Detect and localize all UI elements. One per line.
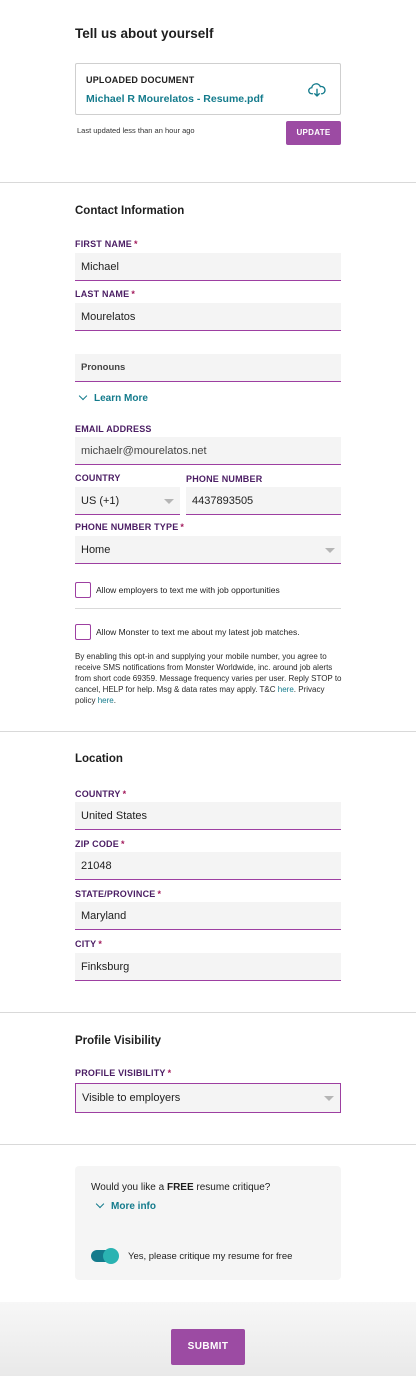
zip-code-input[interactable]: 21048 (75, 852, 341, 880)
last-name-label: LAST NAME * (75, 289, 136, 299)
phone-number-input[interactable]: 4437893505 (186, 487, 341, 515)
state-label: STATE/PROVINCE * (75, 889, 162, 899)
phone-type-value: Home (81, 544, 111, 556)
country-code-select[interactable]: US (+1) (75, 487, 180, 515)
profile-visibility-value: Visible to employers (82, 1092, 181, 1104)
disclaimer-text-end: . (113, 696, 116, 705)
section-divider (0, 1012, 416, 1013)
location-country-label: COUNTRY * (75, 789, 127, 799)
first-name-label: FIRST NAME * (75, 239, 138, 249)
last-updated-text: Last updated less than an hour ago (77, 126, 195, 135)
critique-toggle[interactable] (91, 1248, 119, 1264)
form-footer: SUBMIT (0, 1302, 416, 1376)
state-input[interactable]: Maryland (75, 902, 341, 930)
allow-monster-text-checkbox[interactable] (75, 624, 91, 640)
terms-link[interactable]: here (278, 685, 294, 694)
submit-button[interactable]: SUBMIT (171, 1329, 245, 1365)
sms-disclaimer: By enabling this opt-in and supplying yo… (75, 651, 343, 706)
section-divider (0, 1144, 416, 1145)
country-code-value: US (+1) (81, 495, 120, 507)
country-code-label: COUNTRY (75, 473, 121, 483)
uploaded-document-card: UPLOADED DOCUMENT Michael R Mourelatos -… (75, 63, 341, 115)
profile-visibility-select[interactable]: Visible to employers (75, 1083, 341, 1113)
phone-type-label: PHONE NUMBER TYPE * (75, 522, 185, 532)
update-button[interactable]: UPDATE (286, 121, 341, 145)
phone-number-label: PHONE NUMBER (186, 474, 263, 484)
zip-code-label: ZIP CODE * (75, 839, 125, 849)
chevron-down-icon (95, 1199, 105, 1209)
visibility-section-title: Profile Visibility (75, 1035, 162, 1047)
cloud-download-icon[interactable] (308, 82, 326, 98)
uploaded-document-heading: UPLOADED DOCUMENT (86, 75, 195, 85)
resume-critique-card: Would you like a FREE resume critique? M… (75, 1166, 341, 1280)
chevron-down-icon (324, 1096, 334, 1101)
allow-monster-text-label: Allow Monster to text me about my latest… (96, 627, 300, 637)
chevron-down-icon (78, 391, 88, 401)
more-info-link[interactable]: More info (95, 1199, 156, 1212)
critique-question: Would you like a FREE resume critique? (91, 1182, 271, 1193)
pronouns-input[interactable]: Pronouns (75, 354, 341, 382)
critique-toggle-label: Yes, please critique my resume for free (128, 1251, 293, 1262)
city-input[interactable]: Finksburg (75, 953, 341, 981)
toggle-knob (103, 1248, 119, 1264)
allow-employers-text-checkbox[interactable] (75, 582, 91, 598)
email-field[interactable]: michaelr@mourelatos.net (75, 437, 341, 465)
resume-file-link[interactable]: Michael R Mourelatos - Resume.pdf (86, 93, 263, 105)
email-label: EMAIL ADDRESS (75, 424, 152, 434)
profile-visibility-label: PROFILE VISIBILITY * (75, 1068, 172, 1078)
section-divider (0, 182, 416, 183)
privacy-policy-link[interactable]: here (98, 696, 114, 705)
last-name-input[interactable]: Mourelatos (75, 303, 341, 331)
contact-section-title: Contact Information (75, 205, 185, 217)
city-label: CITY * (75, 939, 103, 949)
checkbox-divider (75, 608, 341, 609)
section-divider (0, 731, 416, 732)
chevron-down-icon (164, 499, 174, 504)
page-title: Tell us about yourself (75, 26, 214, 41)
chevron-down-icon (325, 548, 335, 553)
phone-type-select[interactable]: Home (75, 536, 341, 564)
location-country-input[interactable]: United States (75, 802, 341, 830)
allow-employers-text-label: Allow employers to text me with job oppo… (96, 585, 280, 595)
first-name-input[interactable]: Michael (75, 253, 341, 281)
location-section-title: Location (75, 753, 123, 765)
learn-more-link[interactable]: Learn More (78, 391, 148, 404)
